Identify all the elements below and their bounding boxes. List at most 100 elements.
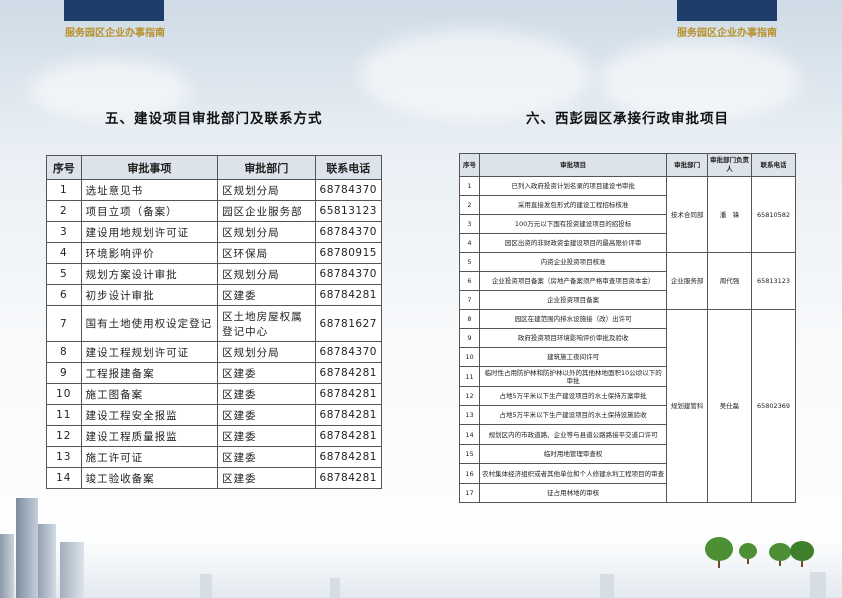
approval-department: 区建委 (217, 284, 316, 306)
contact-phone: 68784370 (314, 341, 383, 363)
contact-phone: 68784370 (314, 263, 383, 285)
approval-item: 规划方案设计审批 (80, 263, 219, 285)
contact-phone: 68781627 (314, 305, 383, 342)
header-bar-left (64, 0, 164, 21)
row-number: 1 (46, 179, 82, 201)
section-title-right: 六、西彭园区承接行政审批项目 (526, 111, 729, 127)
row-number: 3 (46, 221, 82, 243)
approval-item: 园区出资的非财政资金建设项目的最高限价评审 (478, 233, 668, 253)
row-number: 2 (46, 200, 82, 222)
department-head: 潘 锋 (707, 176, 752, 253)
table-header-row: 序号 审批项目 审批部门 审批部门负责人 联系电话 (459, 153, 797, 177)
administrative-approval-table: 序号 审批项目 审批部门 审批部门负责人 联系电话 1 已列入政府投资计划名录的项… (459, 153, 797, 503)
row-number: 13 (46, 446, 82, 468)
contact-phone: 65813123 (314, 200, 383, 222)
approval-item: 占地5万平米以下生产建设项目的水土保持方案审批 (478, 386, 668, 406)
table-row: 6 初步设计审批 区建委 68784281 (46, 284, 383, 306)
column-header: 审批事项 (80, 155, 219, 180)
row-number: 4 (46, 242, 82, 264)
approval-item: 建设工程规划许可证 (80, 341, 219, 363)
approval-item: 竣工验收备案 (80, 467, 219, 489)
column-header: 审批部门 (217, 155, 316, 180)
row-number: 11 (46, 404, 82, 426)
row-number: 5 (459, 252, 480, 272)
row-number: 12 (46, 425, 82, 447)
approval-item: 建设用地规划许可证 (80, 221, 219, 243)
contact-phone: 68780915 (314, 242, 383, 264)
contact-phone: 65802369 (750, 309, 797, 503)
tree-decoration (705, 537, 733, 561)
column-header: 审批项目 (478, 153, 668, 177)
row-number: 7 (459, 290, 480, 310)
approval-department: 区建委 (217, 404, 316, 426)
row-number: 6 (46, 284, 82, 306)
approval-department: 技术合同部 (666, 176, 709, 253)
row-number: 8 (459, 309, 480, 329)
row-number: 6 (459, 271, 480, 291)
row-number: 14 (459, 424, 480, 445)
building-decoration (0, 534, 14, 598)
contact-phone: 68784281 (314, 404, 383, 426)
approval-department: 规划建管科 (666, 309, 709, 503)
row-number: 4 (459, 233, 480, 253)
contact-phone: 68784281 (314, 467, 383, 489)
approval-department: 区建委 (217, 467, 316, 489)
approval-item: 选址意见书 (80, 179, 219, 201)
table-row: 7 国有土地使用权设定登记 区土地房屋权属登记中心 68781627 (46, 305, 383, 342)
approval-item: 建设工程质量报监 (80, 425, 219, 447)
approval-item: 国有土地使用权设定登记 (80, 305, 219, 342)
row-number: 13 (459, 405, 480, 425)
department-head: 周代强 (707, 252, 752, 310)
row-number: 9 (46, 362, 82, 384)
building-decoration (600, 574, 614, 598)
table-row: 5 内资企业投资项目核准 企业服务部 周代强 65813123 (459, 252, 797, 310)
tree-decoration (739, 543, 757, 559)
contact-phone: 65810582 (750, 176, 797, 253)
column-header: 审批部门 (666, 153, 709, 177)
contact-phone: 68784281 (314, 284, 383, 306)
column-header: 序号 (46, 155, 82, 180)
row-number: 14 (46, 467, 82, 489)
approval-department: 区规划分局 (217, 263, 316, 285)
building-decoration (16, 498, 38, 598)
row-number: 7 (46, 305, 82, 342)
table-row: 2 项目立项（备案） 园区企业服务部 65813123 (46, 200, 383, 222)
row-number: 10 (459, 347, 480, 367)
row-number: 8 (46, 341, 82, 363)
approval-item: 采用直接发包形式的建设工程招标核准 (478, 195, 668, 215)
table-row: 8 园区在建范围内排水设施接（改）出许可 规划建管科 吴仕磊 65802369 (459, 309, 797, 503)
approval-item: 建设工程安全报监 (80, 404, 219, 426)
approval-item: 项目立项（备案） (80, 200, 219, 222)
approval-item: 企业投资项目备案 (478, 290, 668, 310)
table-row: 3 建设用地规划许可证 区规划分局 68784370 (46, 221, 383, 243)
row-number: 10 (46, 383, 82, 405)
contact-phone: 68784370 (314, 179, 383, 201)
row-number: 15 (459, 444, 480, 464)
table-row: 10 施工图备案 区建委 68784281 (46, 383, 383, 405)
column-header: 联系电话 (314, 155, 383, 180)
approval-item: 工程报建备案 (80, 362, 219, 384)
building-decoration (330, 578, 340, 598)
department-head: 吴仕磊 (707, 309, 752, 503)
column-header: 审批部门负责人 (707, 153, 752, 177)
table-header-row: 序号 审批事项 审批部门 联系电话 (46, 155, 383, 180)
approval-item: 园区在建范围内排水设施接（改）出许可 (478, 309, 668, 329)
approval-item: 建筑施工夜间许可 (478, 347, 668, 367)
table-row: 14 竣工验收备案 区建委 68784281 (46, 467, 383, 489)
approval-department: 区建委 (217, 362, 316, 384)
contact-phone: 68784370 (314, 221, 383, 243)
approval-department: 企业服务部 (666, 252, 709, 310)
header-title-right: 服务园区企业办事指南 (677, 28, 777, 39)
tree-decoration (769, 543, 791, 561)
approval-item: 100万元以下国有投资建设项目的招投标 (478, 214, 668, 234)
row-number: 2 (459, 195, 480, 215)
row-number: 3 (459, 214, 480, 234)
contact-phone: 68784281 (314, 383, 383, 405)
approval-item: 征占用林地的审核 (478, 483, 668, 503)
approval-item: 农村集体经济组织或者其他单位和个人修建水利工程项目的审查 (478, 463, 668, 484)
header-title-left: 服务园区企业办事指南 (65, 28, 165, 39)
approval-item: 临时用地管理审查权 (478, 444, 668, 464)
approval-department: 区规划分局 (217, 179, 316, 201)
contact-phone: 68784281 (314, 446, 383, 468)
approval-department: 区建委 (217, 383, 316, 405)
